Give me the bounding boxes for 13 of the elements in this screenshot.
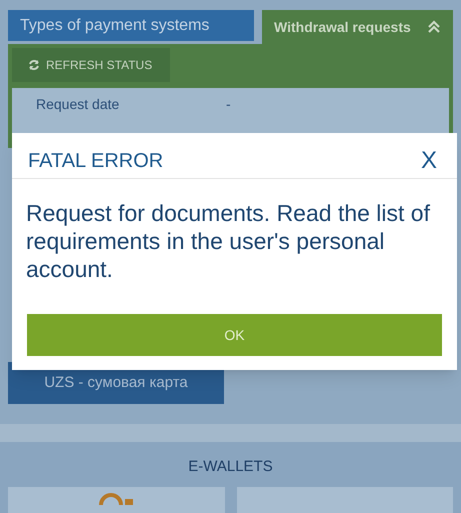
refresh-button[interactable]: REFRESH STATUS: [12, 48, 170, 82]
dialog-title: FATAL ERROR: [28, 148, 164, 174]
row-value: -: [226, 95, 231, 114]
ok-button[interactable]: OK: [27, 314, 442, 356]
tab[interactable]: Withdrawal requests: [262, 10, 453, 44]
refresh-icon: [28, 59, 40, 71]
section-title: E-WALLETS: [187, 457, 274, 477]
chevrons-up-icon: [427, 20, 441, 34]
close-button[interactable]: X: [416, 142, 441, 178]
row-label: Request date: [36, 95, 120, 114]
tab[interactable]: Types of payment systems: [8, 10, 254, 41]
circle-logo-icon: [99, 492, 134, 504]
dialog-message: Request for documents. Read the list of requirements in the user's personal account.: [25, 199, 431, 283]
